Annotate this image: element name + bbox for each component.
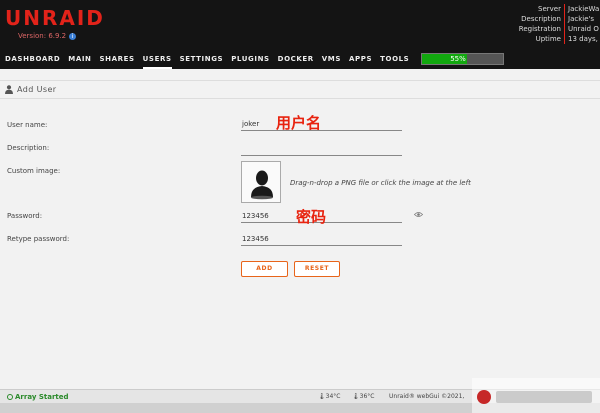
retype-password-label: Retype password: <box>7 235 70 243</box>
avatar-silhouette-icon <box>251 170 273 200</box>
server-info-key: Registration <box>518 25 561 33</box>
version-label: Version: 6.9.2 <box>18 32 67 40</box>
page-title: Add User <box>17 85 57 94</box>
temperature-2: 🌡36°C <box>352 393 374 400</box>
unraid-logo[interactable]: UNRAID <box>5 6 105 30</box>
server-info: Server JackieWa Description Jackie's Reg… <box>514 4 600 44</box>
image-hint: Drag-n-drop a PNG file or click the imag… <box>290 179 471 187</box>
array-status[interactable]: Array Started <box>7 393 69 401</box>
header: UNRAID Version: 6.9.2 i Server JackieWa D… <box>0 0 600 50</box>
description-label: Description: <box>7 144 50 152</box>
nav-dashboard[interactable]: DASHBOARD <box>5 50 60 69</box>
server-info-row: Description Jackie's <box>514 14 600 24</box>
thermometer-icon: 🌡 <box>318 393 326 400</box>
server-info-key: Server <box>538 5 561 13</box>
temperature-1: 🌡34°C <box>318 393 340 400</box>
temperature-1-value: 34°C <box>325 393 341 400</box>
server-info-value: Jackie's <box>564 14 600 24</box>
eye-icon[interactable] <box>414 211 423 218</box>
server-info-value: Unraid O <box>564 24 600 34</box>
nav-apps[interactable]: APPS <box>349 50 372 69</box>
version-text: Version: 6.9.2 i <box>18 32 77 40</box>
reset-button[interactable]: RESET <box>294 261 340 277</box>
server-info-row: Uptime 13 days, <box>514 34 600 44</box>
retype-password-input[interactable]: 123456 <box>241 233 402 246</box>
server-info-row: Registration Unraid O <box>514 24 600 34</box>
thermometer-icon: 🌡 <box>352 393 360 400</box>
server-info-value: 13 days, <box>564 34 600 44</box>
server-info-row: Server JackieWa <box>514 4 600 14</box>
nav-tools[interactable]: TOOLS <box>380 50 409 69</box>
nav-main[interactable]: MAIN <box>68 50 91 69</box>
info-icon[interactable]: i <box>69 32 77 40</box>
nav-settings[interactable]: SETTINGS <box>180 50 224 69</box>
description-input[interactable] <box>241 143 402 156</box>
password-label: Password: <box>7 212 43 220</box>
add-button[interactable]: ADD <box>241 261 288 277</box>
nav-docker[interactable]: DOCKER <box>278 50 314 69</box>
array-status-text: Array Started <box>15 393 69 401</box>
cpu-load-text: 55% <box>450 55 466 63</box>
server-info-value: JackieWa <box>564 4 600 14</box>
nav-vms[interactable]: VMS <box>322 50 341 69</box>
username-input[interactable]: joker <box>241 118 402 131</box>
username-label: User name: <box>7 121 48 129</box>
nav-shares[interactable]: SHARES <box>100 50 135 69</box>
server-info-key: Uptime <box>535 35 561 43</box>
password-annotation: 密码 <box>296 208 327 226</box>
main-nav: DASHBOARD MAIN SHARES USERS SETTINGS PLU… <box>0 50 600 69</box>
temperature-2-value: 36°C <box>359 393 375 400</box>
server-info-key: Description <box>521 15 561 23</box>
status-dot-icon <box>7 394 13 400</box>
nav-users[interactable]: USERS <box>142 50 172 69</box>
username-annotation: 用户名 <box>276 114 322 132</box>
user-icon <box>5 85 13 94</box>
section-title-bar: Add User <box>0 80 600 99</box>
watermark-logo <box>472 378 600 413</box>
nav-plugins[interactable]: PLUGINS <box>231 50 269 69</box>
cpu-load-bar: 55% <box>421 53 504 65</box>
custom-image-label: Custom image: <box>7 167 61 175</box>
copyright-text: Unraid® webGui ©2021, <box>389 393 465 400</box>
custom-image-dropzone[interactable] <box>241 161 281 203</box>
